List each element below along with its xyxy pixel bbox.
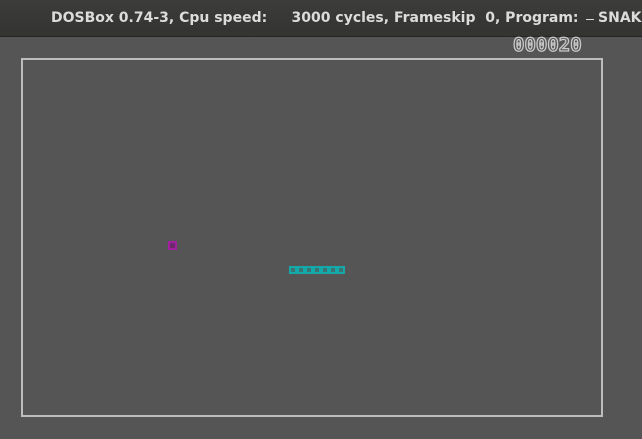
food-pellet [168, 241, 177, 250]
snake-head [289, 266, 297, 274]
playfield-border [21, 58, 603, 417]
snake-segment [305, 266, 313, 274]
score-display: 000020 [512, 34, 582, 56]
snake-segment [297, 266, 305, 274]
title-bar[interactable]: DOSBox 0.74-3, Cpu speed: 3000 cycles, F… [0, 0, 642, 37]
snake [289, 266, 345, 274]
window-title: DOSBox 0.74-3, Cpu speed: 3000 cycles, F… [51, 10, 642, 26]
snake-segment [337, 266, 345, 274]
snake-segment [329, 266, 337, 274]
dosbox-window: DOSBox 0.74-3, Cpu speed: 3000 cycles, F… [0, 0, 642, 439]
snake-segment [313, 266, 321, 274]
minimize-icon [586, 19, 594, 20]
minimize-button[interactable] [582, 9, 600, 27]
snake-segment [321, 266, 329, 274]
game-screen[interactable]: 000020 [0, 34, 642, 439]
